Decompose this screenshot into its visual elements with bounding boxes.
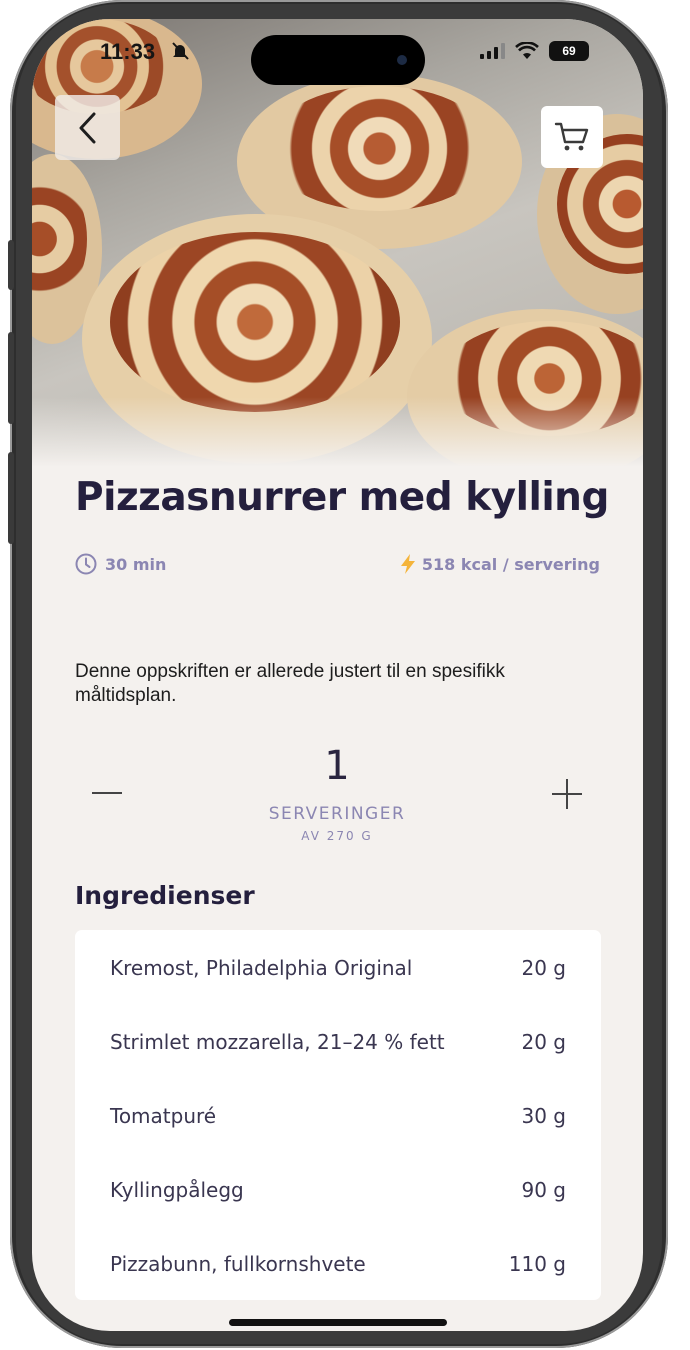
hero-fade xyxy=(32,397,643,467)
chevron-left-icon xyxy=(79,112,95,143)
status-time: 11:33 xyxy=(100,39,156,64)
dynamic-island xyxy=(251,35,425,85)
calories: 518 kcal / servering xyxy=(400,553,600,575)
recipe-title: Pizzasnurrer med kylling xyxy=(75,475,609,520)
status-indicators: 69 xyxy=(480,41,589,61)
plus-icon xyxy=(552,779,582,809)
wifi-icon xyxy=(515,42,539,59)
volume-up-button xyxy=(8,332,14,424)
decrease-servings-button[interactable] xyxy=(90,779,124,807)
cook-time: 30 min xyxy=(75,553,166,575)
ingredients-list: Kremost, Philadelphia Original 20 g Stri… xyxy=(75,930,601,1300)
cook-time-text: 30 min xyxy=(105,554,167,574)
ingredient-row[interactable]: Pizzabunn, fullkornshvete 110 g xyxy=(110,1252,566,1276)
minus-icon xyxy=(92,792,122,794)
ingredient-name: Kremost, Philadelphia Original xyxy=(110,956,413,980)
ingredient-name: Strimlet mozzarella, 21–24 % fett xyxy=(110,1030,445,1054)
ingredient-amount: 30 g xyxy=(521,1104,566,1128)
ingredient-row[interactable]: Tomatpuré 30 g xyxy=(110,1104,566,1128)
bell-slash-icon xyxy=(172,42,189,60)
lightning-bolt-icon xyxy=(400,554,415,574)
servings-label: SERVERINGER xyxy=(268,804,406,824)
clock-icon xyxy=(75,553,97,575)
calories-text: 518 kcal / servering xyxy=(421,554,600,574)
ingredient-name: Kyllingpålegg xyxy=(110,1178,244,1202)
cart-button[interactable] xyxy=(541,106,603,168)
battery-indicator: 69 xyxy=(549,41,589,61)
mute-switch xyxy=(8,240,14,290)
ingredient-amount: 20 g xyxy=(521,956,566,980)
ingredient-row[interactable]: Kremost, Philadelphia Original 20 g xyxy=(110,956,566,980)
back-button[interactable] xyxy=(55,95,120,160)
cellular-signal-icon xyxy=(480,43,505,59)
shopping-cart-icon xyxy=(554,122,589,151)
ingredient-amount: 110 g xyxy=(508,1252,566,1276)
ingredient-amount: 20 g xyxy=(521,1030,566,1054)
ingredient-amount: 90 g xyxy=(521,1178,566,1202)
plan-adjusted-note: Denne oppskriften er allerede justert ti… xyxy=(75,661,505,706)
recipe-hero-image xyxy=(32,19,643,467)
home-indicator[interactable] xyxy=(229,1319,447,1326)
ingredient-name: Tomatpuré xyxy=(110,1104,217,1128)
app-screen: 11:33 69 Pizzasnurrer med kylling 30 min… xyxy=(32,19,643,1331)
ingredient-name: Pizzabunn, fullkornshvete xyxy=(110,1252,366,1276)
servings-weight: AV 270 G xyxy=(301,829,373,843)
volume-down-button xyxy=(8,452,14,544)
servings-count: 1 xyxy=(324,743,350,789)
ingredients-heading: Ingredienser xyxy=(75,881,255,910)
front-camera xyxy=(397,55,407,65)
ingredient-row[interactable]: Kyllingpålegg 90 g xyxy=(110,1178,566,1202)
increase-servings-button[interactable] xyxy=(550,777,584,811)
ingredient-row[interactable]: Strimlet mozzarella, 21–24 % fett 20 g xyxy=(110,1030,566,1054)
